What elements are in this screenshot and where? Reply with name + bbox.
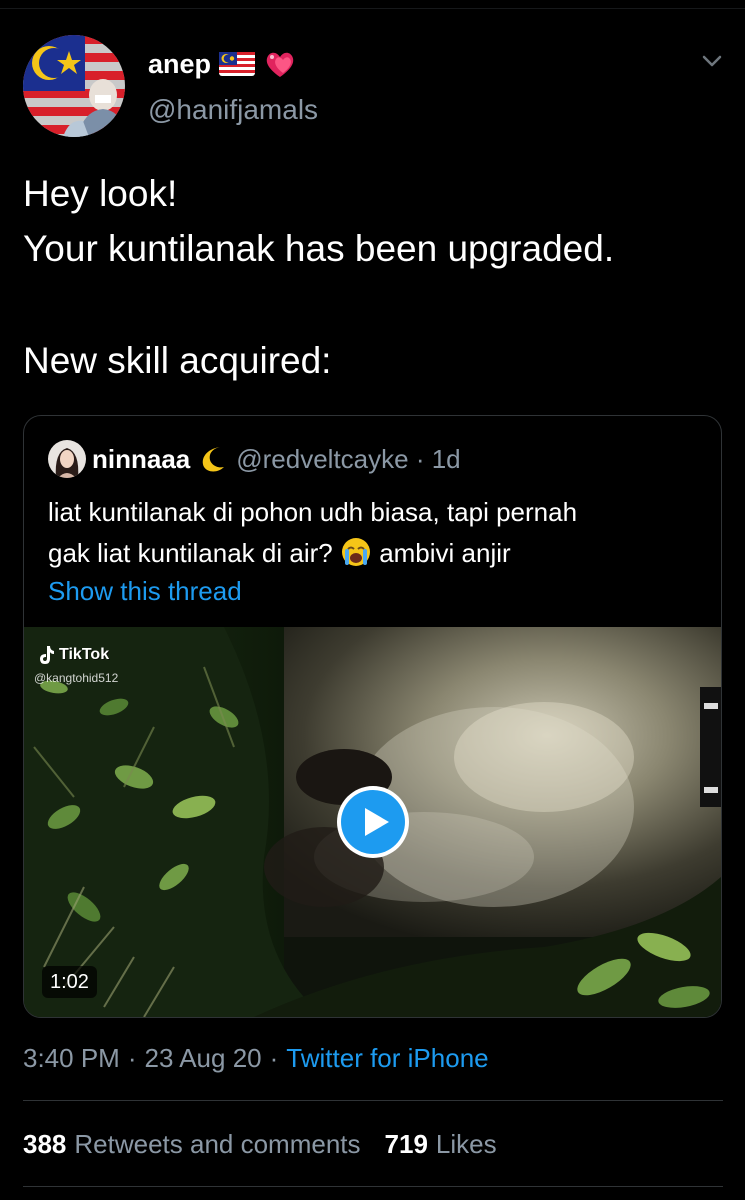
crescent-moon-icon: [196, 443, 226, 475]
quoted-author-name: ninnaaa: [92, 443, 191, 474]
quoted-tweet-text: liat kuntilanak di pohon udh biasa, tapi…: [48, 492, 698, 574]
tweet-line: Your kuntilanak has been upgraded.: [23, 228, 615, 269]
meta-separator: ·: [269, 1042, 279, 1073]
divider: [23, 1100, 723, 1101]
retweets-stat[interactable]: 388 Retweets and comments: [23, 1129, 361, 1160]
crying-face-icon: [340, 536, 372, 568]
author-display-name[interactable]: anep: [148, 49, 211, 80]
video-player[interactable]: TikTok @kangtohid512 1:02: [24, 627, 721, 1017]
meta-separator: ·: [127, 1042, 137, 1073]
tweet-date[interactable]: 23 Aug 20: [145, 1043, 262, 1074]
tweet-stats: 388 Retweets and comments 719 Likes: [23, 1124, 497, 1164]
quoted-text-line: liat kuntilanak di pohon udh biasa, tapi…: [48, 497, 578, 527]
chevron-down-icon[interactable]: [700, 52, 724, 72]
heart-icon: [263, 48, 297, 80]
author-name-row: anep: [148, 44, 297, 84]
divider: [23, 1186, 723, 1187]
malaysia-flag-icon: [219, 52, 256, 76]
quoted-tweet-header: ninnaaa @redveltcayke · 1d: [48, 438, 461, 480]
tweet-line: Hey look!: [23, 173, 178, 214]
quoted-text-part: ambivi anjir: [379, 538, 511, 568]
quoted-handle-time: @redveltcayke · 1d: [236, 443, 461, 474]
tweet-text: Hey look! Your kuntilanak has been upgra…: [23, 166, 723, 388]
likes-stat[interactable]: 719 Likes: [385, 1129, 497, 1160]
author-avatar[interactable]: [23, 35, 125, 137]
likes-label: Likes: [435, 1128, 497, 1159]
tiktok-watermark: TikTok: [38, 643, 109, 667]
tweet-line-gap: [23, 276, 723, 333]
tiktok-handle: @kangtohid512: [34, 671, 119, 685]
retweets-label: Retweets and comments: [74, 1128, 361, 1159]
top-divider: [0, 8, 745, 9]
author-handle[interactable]: @hanifjamals: [148, 94, 318, 126]
show-thread-link[interactable]: Show this thread: [48, 576, 242, 607]
tweet-time[interactable]: 3:40 PM: [23, 1043, 120, 1074]
tweet-line: New skill acquired:: [23, 340, 332, 381]
likes-count: 719: [384, 1128, 428, 1159]
quoted-text-line: gak liat kuntilanak di air? ambivi anjir: [48, 533, 698, 574]
quoted-tweet-card[interactable]: ninnaaa @redveltcayke · 1d liat kuntilan…: [23, 415, 722, 1018]
retweets-count: 388: [23, 1128, 67, 1159]
tweet-source-link[interactable]: Twitter for iPhone: [286, 1043, 488, 1074]
tweet-meta: 3:40 PM · 23 Aug 20 · Twitter for iPhone: [23, 1040, 489, 1076]
tiktok-icon: [40, 646, 54, 664]
video-duration-badge: 1:02: [42, 966, 97, 998]
tiktok-label: TikTok: [59, 646, 110, 663]
quoted-text-part: gak liat kuntilanak di air?: [48, 538, 333, 568]
play-button[interactable]: [335, 784, 411, 860]
quoted-author-avatar: [48, 440, 86, 478]
